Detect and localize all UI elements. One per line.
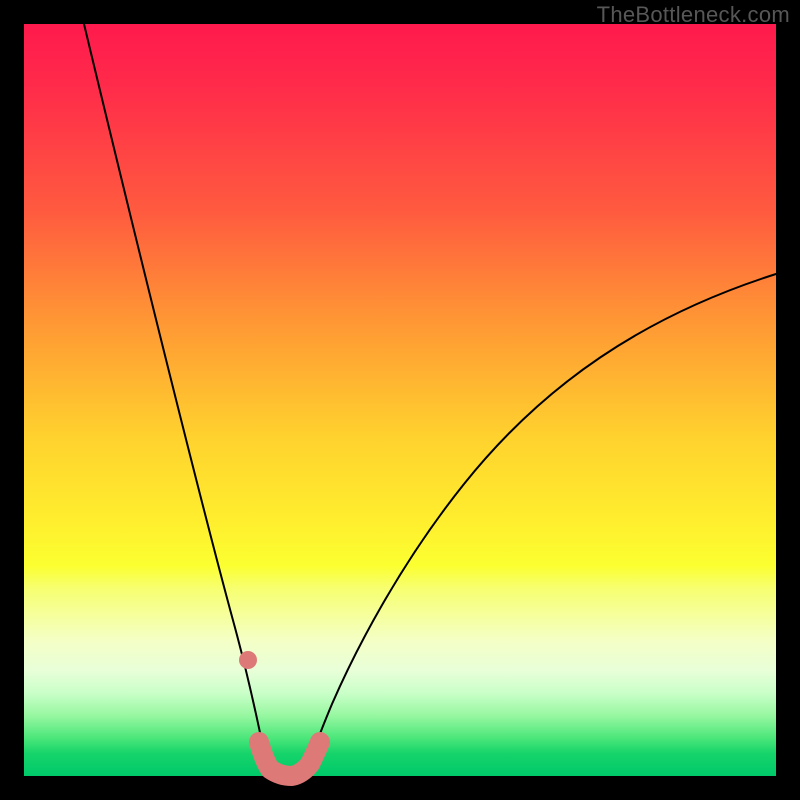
curve-right-branch xyxy=(304,274,776,774)
watermark-text: TheBottleneck.com xyxy=(597,2,790,28)
marker-valley-segment xyxy=(259,742,320,776)
chart-plot-area xyxy=(24,24,776,776)
marker-isolated-dot xyxy=(239,651,257,669)
bottleneck-curve-svg xyxy=(24,24,776,776)
